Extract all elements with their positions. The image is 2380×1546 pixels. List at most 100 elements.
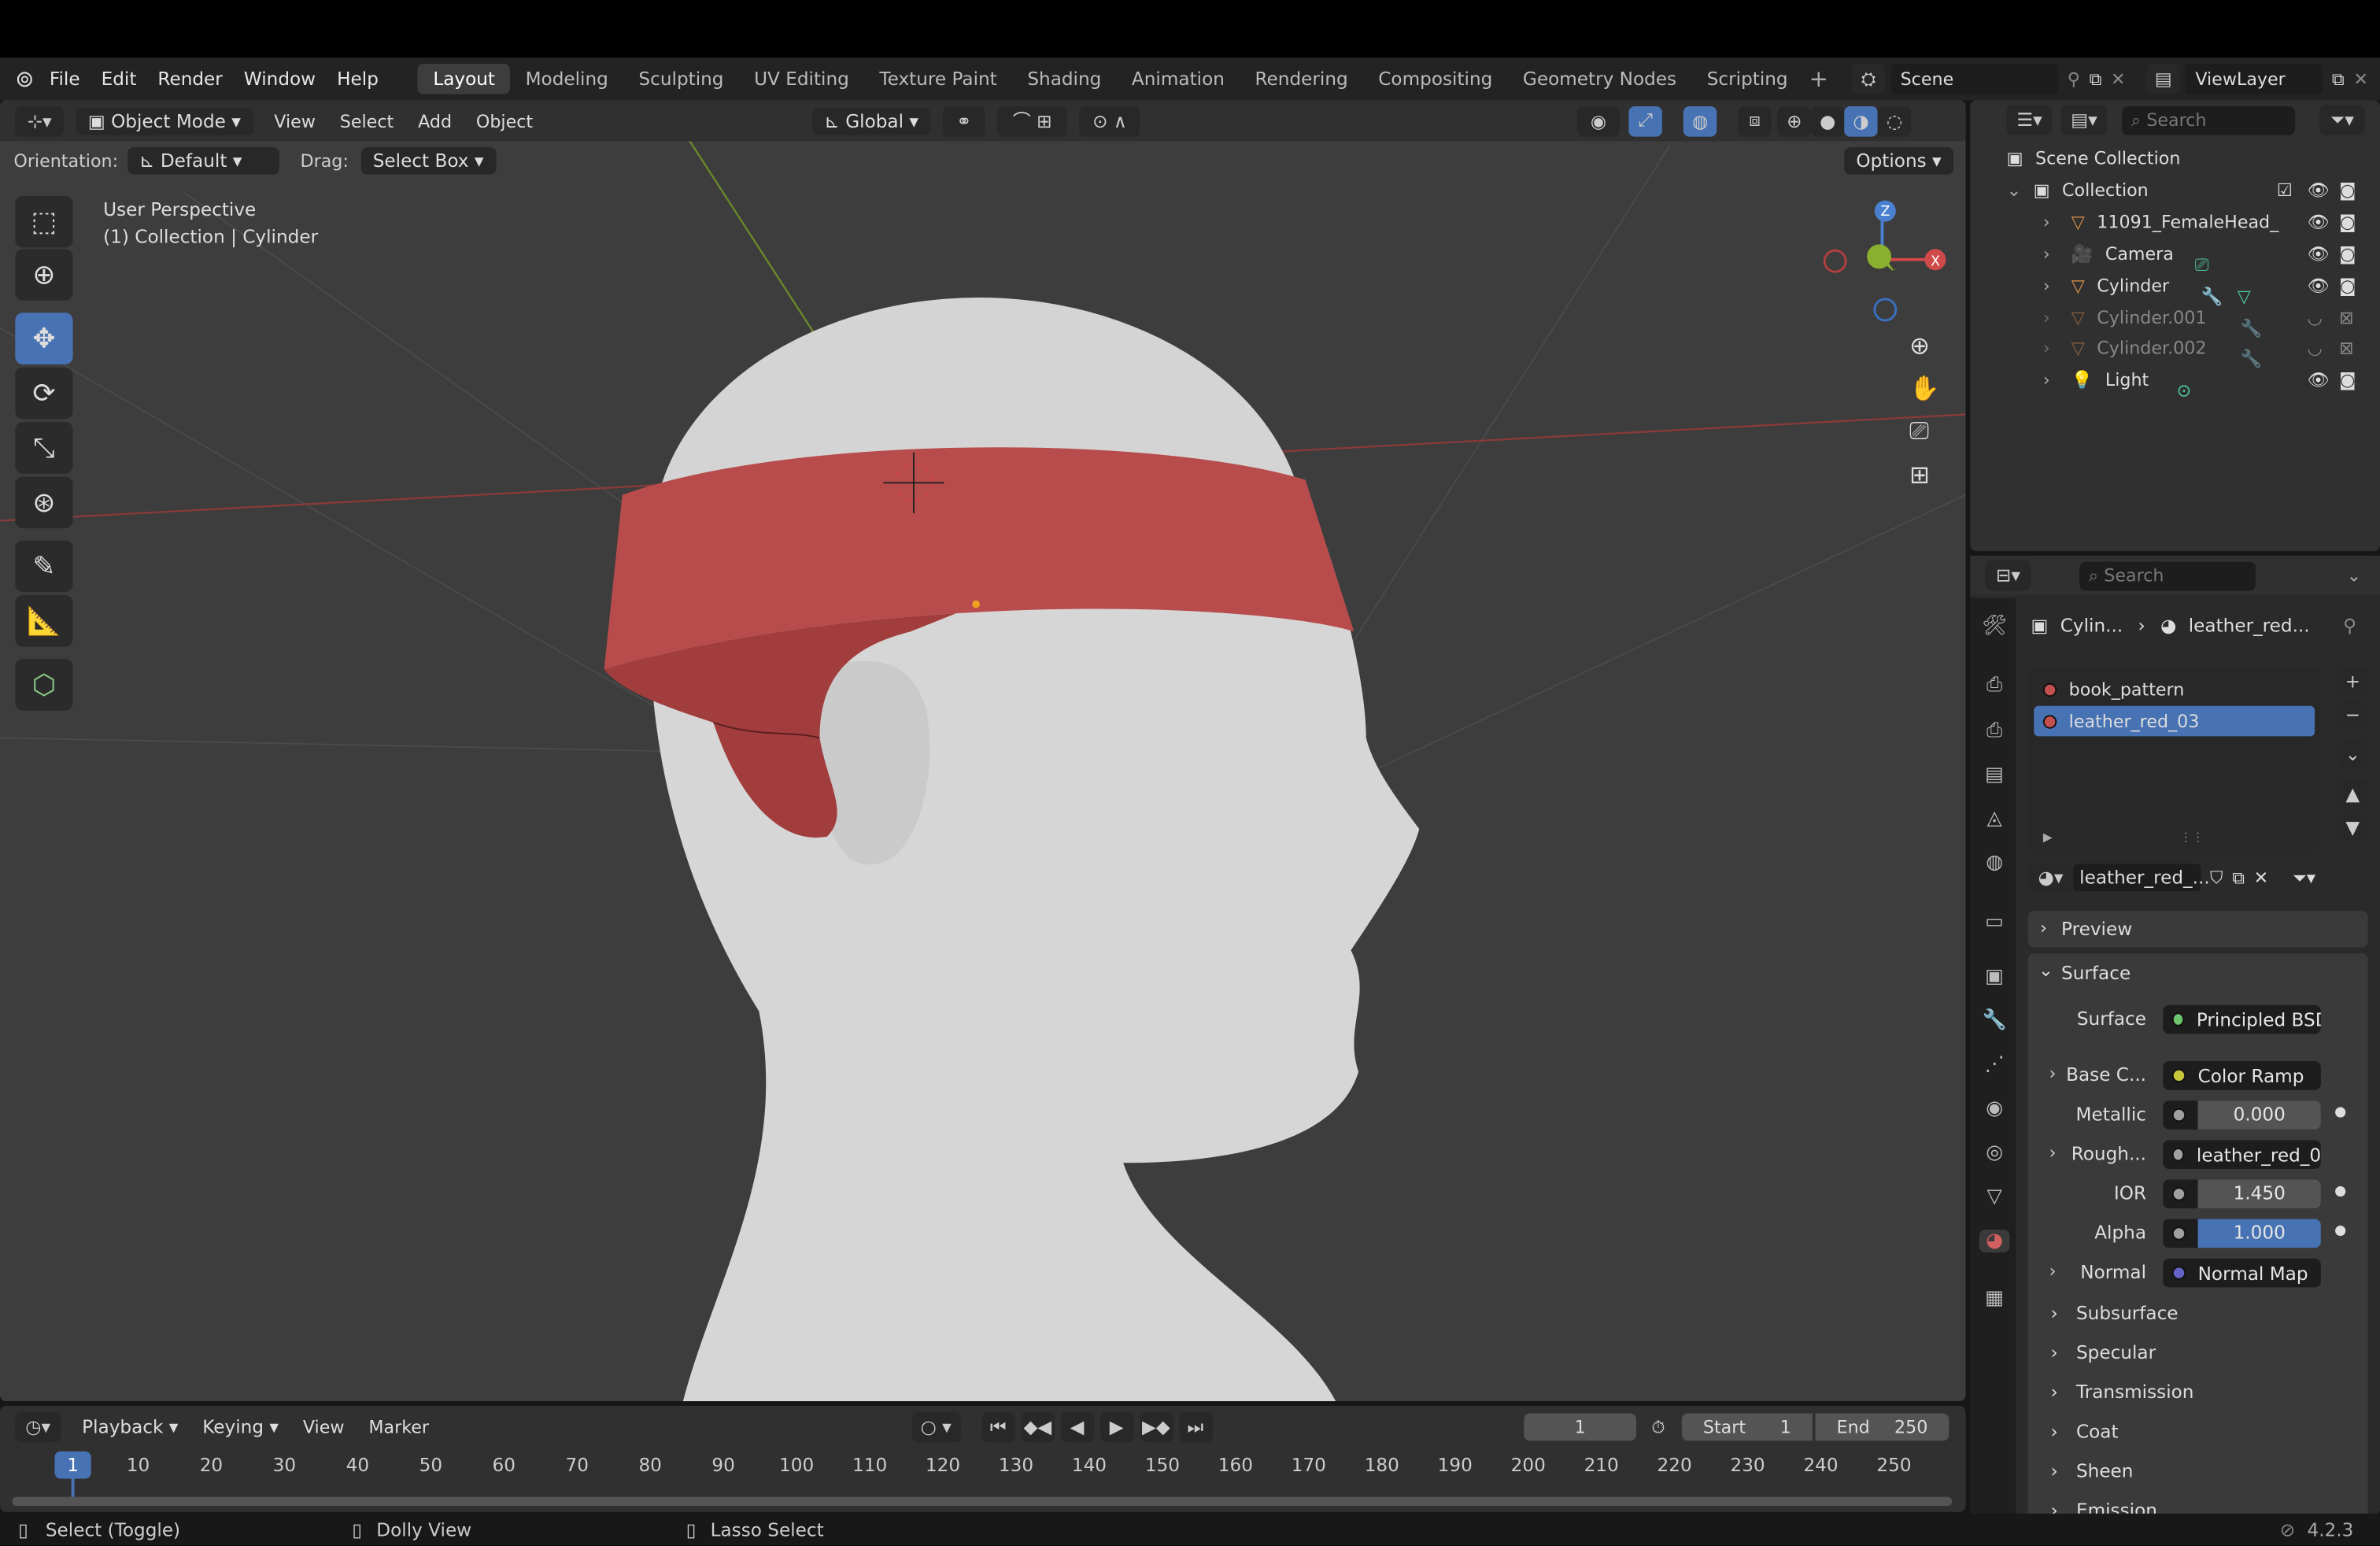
drag-dropdown[interactable]: Select Box ▾ bbox=[360, 147, 496, 175]
outliner-item[interactable]: › 🎥 Camera ⎚ 👁 ◙ bbox=[1970, 238, 2380, 276]
preview-panel-header[interactable]: › Preview bbox=[2027, 911, 2368, 948]
material-link-icon[interactable]: ⏷▾ bbox=[2293, 866, 2315, 889]
rotate-tool[interactable]: ⟳ bbox=[15, 367, 73, 420]
end-frame-field[interactable]: End 250 bbox=[1815, 1413, 1949, 1441]
eye-icon[interactable]: 👁 bbox=[2307, 243, 2329, 264]
render-disabled-icon[interactable]: ⊠ bbox=[2339, 306, 2354, 327]
pivot-point-icon[interactable]: ⚭ bbox=[942, 105, 985, 136]
surface-input-field[interactable]: Normal Map bbox=[2163, 1258, 2321, 1288]
resize-handle[interactable]: ⋮⋮ bbox=[2179, 830, 2204, 844]
workspace-tab-compositing[interactable]: Compositing bbox=[1363, 64, 1508, 94]
pin-icon[interactable]: ⚲ bbox=[2343, 615, 2356, 636]
editor-type-icon[interactable]: ⊹▾ bbox=[15, 105, 65, 136]
workspace-tab-sculpting[interactable]: Sculpting bbox=[623, 64, 739, 94]
chevron-down-icon[interactable]: ⌄ bbox=[2007, 179, 2022, 201]
playhead[interactable]: 1 bbox=[54, 1451, 91, 1479]
render-disabled-icon[interactable]: ⊠ bbox=[2339, 338, 2354, 359]
surface-input-field[interactable]: Color Ramp bbox=[2163, 1061, 2321, 1090]
gizmo-toggle-icon[interactable]: ⤢ bbox=[1628, 105, 1663, 136]
cursor-tool[interactable]: ⊕ bbox=[15, 249, 73, 301]
surface-input-field[interactable]: 1.000 bbox=[2163, 1219, 2321, 1248]
xray-icon[interactable]: ⧈ bbox=[1738, 105, 1772, 136]
camera-render-icon[interactable]: ◙ bbox=[2339, 212, 2356, 233]
pin-scene-icon[interactable]: ⚲ bbox=[2068, 68, 2080, 90]
eye-icon[interactable]: 👁 bbox=[2307, 369, 2329, 390]
material-slot[interactable]: book_pattern bbox=[2034, 674, 2315, 705]
add-cube-tool[interactable]: ⬡ bbox=[15, 659, 73, 711]
socket-icon[interactable] bbox=[2171, 1266, 2186, 1280]
pan-view-icon[interactable]: ✋ bbox=[1909, 373, 1939, 402]
chevron-right-icon[interactable]: › bbox=[2043, 243, 2050, 264]
chevron-right-icon[interactable]: › bbox=[2043, 212, 2050, 233]
rendered-shading-icon[interactable]: ◌ bbox=[1877, 105, 1912, 136]
material-name-field[interactable]: leather_red_... bbox=[2073, 864, 2210, 892]
keyframe-dot-icon[interactable]: ● bbox=[2334, 1184, 2346, 1199]
outliner-item[interactable]: › 💡 Light ⊙ 👁 ◙ bbox=[1970, 364, 2380, 401]
camera-view-icon[interactable]: ⎚ bbox=[1909, 416, 1939, 446]
chevron-down-icon[interactable]: ⌄ bbox=[2038, 960, 2053, 981]
duplicate-material-icon[interactable]: ⧉ bbox=[2232, 866, 2245, 889]
world-properties-tab[interactable]: ◍ bbox=[1979, 852, 2010, 875]
camera-render-icon[interactable]: ◙ bbox=[2339, 243, 2356, 264]
chevron-right-icon[interactable]: › bbox=[2043, 306, 2050, 327]
menu-edit[interactable]: Edit bbox=[102, 68, 137, 90]
properties-editor-type-icon[interactable]: ⊟▾ bbox=[1985, 560, 2031, 591]
orientation-dropdown[interactable]: ⊾ Default ▾ bbox=[127, 147, 279, 175]
workspace-tab-layout[interactable]: Layout bbox=[418, 64, 511, 94]
play-reverse-button[interactable]: ◀ bbox=[1060, 1411, 1094, 1443]
wireframe-shading-icon[interactable]: ⊕ bbox=[1777, 105, 1812, 136]
new-scene-icon[interactable]: ⧉ bbox=[2090, 68, 2102, 91]
tool-properties-tab[interactable]: 🛠 bbox=[1979, 615, 2010, 638]
view-layer-icon[interactable]: ▤ bbox=[2146, 64, 2181, 94]
socket-icon[interactable] bbox=[2171, 1187, 2186, 1201]
subpanel-specular[interactable]: › Specular bbox=[2030, 1336, 2371, 1369]
proportional-edit-icon[interactable]: ⊙ ∧ bbox=[1079, 105, 1140, 136]
auto-keying-toggle[interactable]: ○ ▾ bbox=[911, 1411, 961, 1443]
jump-end-button[interactable]: ⏭ bbox=[1178, 1411, 1213, 1443]
workspace-tab-uv-editing[interactable]: UV Editing bbox=[739, 64, 864, 94]
menu-object[interactable]: Object bbox=[476, 110, 533, 131]
annotate-tool[interactable]: ✎ bbox=[15, 540, 73, 593]
fake-user-icon[interactable]: ⛉ bbox=[2210, 866, 2223, 889]
socket-icon[interactable] bbox=[2171, 1012, 2185, 1026]
mode-dropdown[interactable]: ▣ Object Mode ▾ bbox=[76, 106, 253, 135]
measure-tool[interactable]: 📐 bbox=[15, 595, 73, 647]
menu-help[interactable]: Help bbox=[337, 68, 379, 90]
new-view-layer-icon[interactable]: ⧉ bbox=[2332, 68, 2345, 91]
keying-menu[interactable]: Keying ▾ bbox=[190, 1414, 291, 1441]
scene-properties-tab[interactable]: ◬ bbox=[1979, 808, 2010, 830]
socket-icon[interactable] bbox=[2171, 1148, 2185, 1162]
chevron-right-icon[interactable]: › bbox=[2043, 338, 2050, 359]
transform-tool[interactable]: ⊛ bbox=[15, 476, 73, 529]
keyframe-dot-icon[interactable]: ● bbox=[2334, 1223, 2346, 1238]
subpanel-subsurface[interactable]: › Subsurface bbox=[2030, 1296, 2371, 1330]
menu-view[interactable]: View bbox=[274, 110, 316, 131]
outliner-editor-type-icon[interactable]: ☰▾ bbox=[2006, 105, 2053, 135]
move-slot-down-button[interactable]: ▼ bbox=[2338, 813, 2368, 841]
timeline-editor-type-icon[interactable]: ◷▾ bbox=[15, 1411, 61, 1443]
overlay-toggle-icon[interactable]: ◍ bbox=[1683, 105, 1717, 136]
view-layer-field[interactable]: ViewLayer bbox=[2186, 64, 2323, 94]
scene-name-field[interactable]: Scene bbox=[1891, 64, 2059, 94]
workspace-tab-animation[interactable]: Animation bbox=[1117, 64, 1240, 94]
modifier-properties-tab[interactable]: 🔧 bbox=[1979, 1010, 2010, 1033]
keyframe-dot-icon[interactable]: ● bbox=[2334, 1105, 2346, 1120]
delete-view-layer-icon[interactable]: ✕ bbox=[2353, 68, 2368, 90]
browse-material-icon[interactable]: ◕▾ bbox=[2027, 862, 2074, 893]
eye-closed-icon[interactable]: ◡ bbox=[2307, 338, 2322, 359]
constraints-properties-tab[interactable]: ◎ bbox=[1979, 1141, 2010, 1164]
outliner-item[interactable]: › ▽ Cylinder.001 🔧 ◡ ⊠ bbox=[1970, 301, 2380, 338]
socket-icon[interactable] bbox=[2171, 1068, 2186, 1083]
menu-file[interactable]: File bbox=[50, 68, 80, 90]
add-slot-button[interactable]: + bbox=[2338, 668, 2368, 696]
jump-keyframe-back-button[interactable]: ◆◀ bbox=[1021, 1411, 1055, 1443]
visibility-icon[interactable]: ◉ bbox=[1577, 105, 1621, 136]
scene-collection-item[interactable]: ▣ Scene Collection bbox=[1970, 142, 2380, 174]
workspace-tab-rendering[interactable]: Rendering bbox=[1240, 64, 1363, 94]
subpanel-sheen[interactable]: › Sheen bbox=[2030, 1455, 2371, 1488]
camera-render-icon[interactable]: ◙ bbox=[2339, 275, 2356, 296]
eye-icon[interactable]: 👁 bbox=[2307, 275, 2329, 296]
properties-search-input[interactable]: ⌕ Search bbox=[2079, 560, 2256, 590]
move-slot-up-button[interactable]: ▲ bbox=[2338, 780, 2368, 808]
outliner-search-input[interactable]: ⌕ Search bbox=[2122, 105, 2296, 135]
